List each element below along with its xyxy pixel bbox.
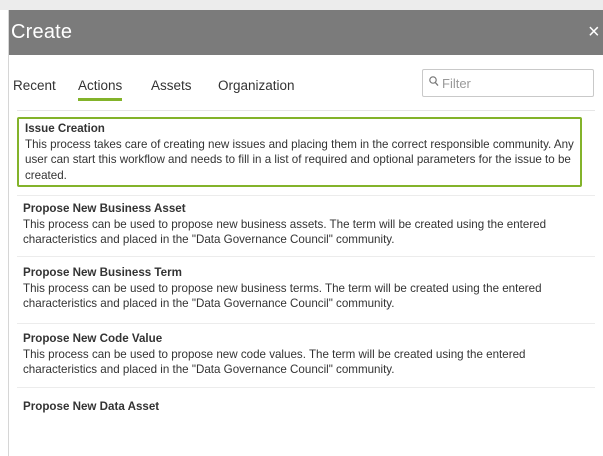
action-item-propose-new-business-asset[interactable]: Propose New Business Asset This process … <box>17 197 582 255</box>
tab-label: Organization <box>218 78 295 93</box>
action-description: This process can be used to propose new … <box>23 347 526 377</box>
dialog-header: Create × <box>9 10 603 55</box>
action-description: This process can be used to propose new … <box>23 281 542 311</box>
list-divider <box>17 323 595 324</box>
action-name: Issue Creation <box>25 122 105 135</box>
tab-bar: Recent Actions Assets Organization <box>9 65 603 110</box>
tab-organization[interactable]: Organization <box>218 78 295 93</box>
action-description: This process can be used to propose new … <box>23 217 547 247</box>
background-strip <box>0 0 603 10</box>
close-icon[interactable]: × <box>588 22 603 42</box>
tab-label: Assets <box>151 78 192 93</box>
list-divider <box>17 387 595 388</box>
action-name: Propose New Business Term <box>23 266 182 279</box>
action-name: Propose New Business Asset <box>23 202 186 215</box>
tab-assets[interactable]: Assets <box>151 78 192 93</box>
filter-field[interactable] <box>422 69 594 97</box>
tab-label: Actions <box>78 78 123 93</box>
create-dialog: Create × Recent Actions Assets Organizat… <box>8 10 603 456</box>
action-name: Propose New Data Asset <box>23 400 160 413</box>
dialog-title: Create <box>11 21 73 43</box>
action-item-propose-new-data-asset[interactable]: Propose New Data Asset <box>17 395 582 425</box>
action-item-issue-creation[interactable]: Issue Creation This process takes care o… <box>17 117 582 187</box>
tabs-divider <box>17 110 595 111</box>
action-item-propose-new-business-term[interactable]: Propose New Business Term This process c… <box>17 261 582 321</box>
active-tab-indicator <box>78 98 123 101</box>
list-divider <box>17 256 595 257</box>
search-icon <box>429 76 439 87</box>
filter-input[interactable] <box>442 70 588 96</box>
tab-actions[interactable]: Actions <box>78 78 123 101</box>
tab-recent[interactable]: Recent <box>13 78 56 93</box>
list-divider <box>17 195 595 196</box>
action-description: This process takes care of creating new … <box>25 137 574 182</box>
tab-label: Recent <box>13 78 56 93</box>
action-item-propose-new-code-value[interactable]: Propose New Code Value This process can … <box>17 327 582 385</box>
action-name: Propose New Code Value <box>23 332 163 345</box>
